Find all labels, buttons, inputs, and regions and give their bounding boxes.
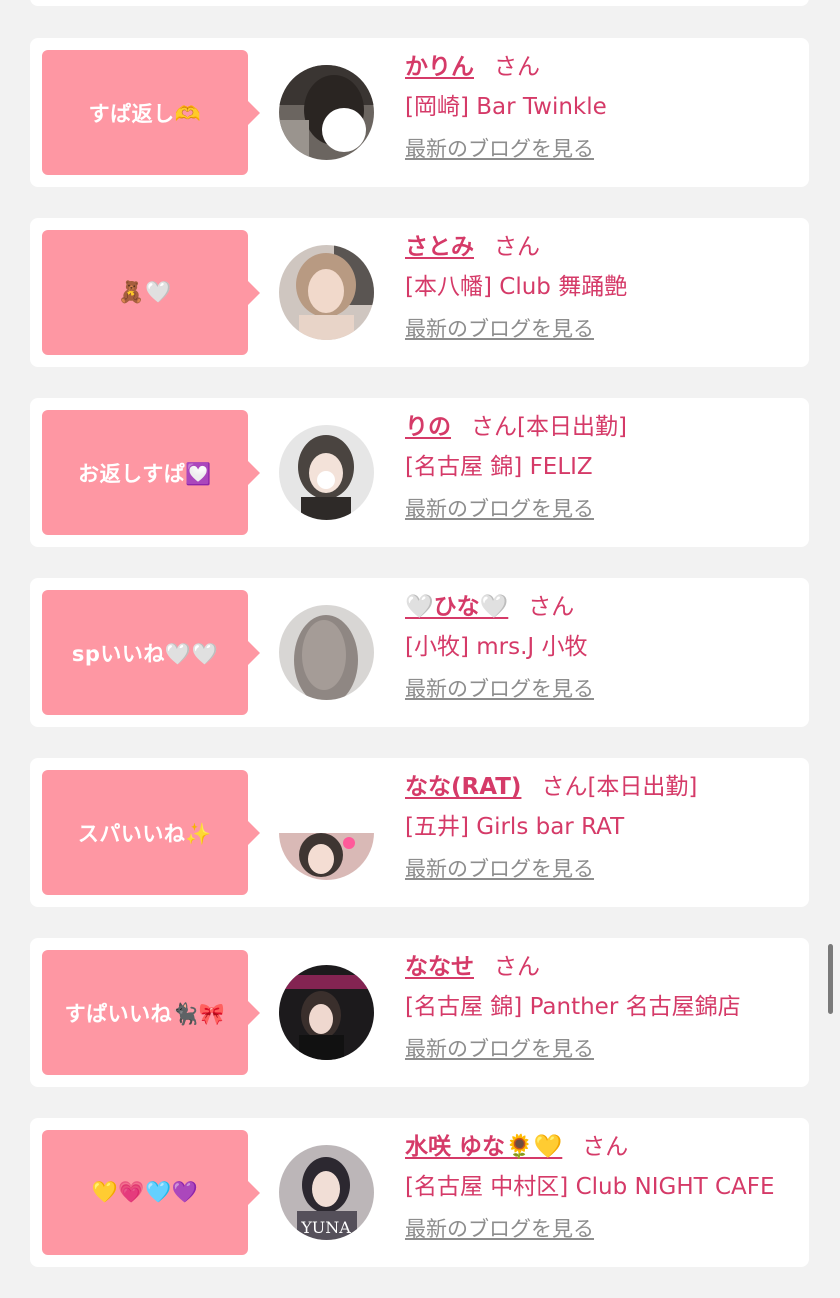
comment-text: スパいいね✨ xyxy=(77,821,213,846)
list-item: スパいいね✨ なな(RAT) さん[本日出勤] [五井] Girls bar RA… xyxy=(30,758,809,907)
latest-blog-link[interactable]: 最新のブログを見る xyxy=(405,134,594,164)
honorific: さん xyxy=(494,954,540,980)
latest-blog-link[interactable]: 最新のブログを見る xyxy=(405,854,594,884)
shop-name: [五井] Girls bar RAT xyxy=(405,814,625,840)
comment-text: 💛💗🩵💜 xyxy=(91,1180,199,1204)
avatar-caption: YUNA xyxy=(300,1218,351,1237)
avatar[interactable]: YUNA xyxy=(279,1145,374,1240)
avatar[interactable] xyxy=(279,425,374,520)
cast-name-link[interactable]: 水咲 ゆな🌻💛 xyxy=(405,1134,562,1160)
shop-name: [名古屋 中村区] Club NIGHT CAFE xyxy=(405,1174,775,1200)
avatar[interactable] xyxy=(279,605,374,700)
honorific: さん xyxy=(541,774,588,800)
shop-name: [本八幡] Club 舞踊艶 xyxy=(405,274,628,300)
list-item: すぱいいね🐈‍⬛🎀 ななせ さん [名古屋 錦] Panther 名古屋錦店 最新… xyxy=(30,938,809,1087)
cast-name-link[interactable]: 🤍ひな🤍 xyxy=(405,594,508,620)
cast-name-link[interactable]: さとみ xyxy=(405,234,474,260)
honorific: さん xyxy=(494,54,540,80)
honorific: さん xyxy=(582,1134,629,1160)
shop-name: [名古屋 錦] Panther 名古屋錦店 xyxy=(405,994,741,1020)
comment-text: spいいね🤍🤍 xyxy=(71,641,219,666)
avatar[interactable] xyxy=(279,965,374,1060)
latest-blog-link[interactable]: 最新のブログを見る xyxy=(405,494,594,524)
comment-bubble: 💛💗🩵💜 xyxy=(42,1130,260,1255)
latest-blog-link[interactable]: 最新のブログを見る xyxy=(405,314,594,344)
cast-name-link[interactable]: かりん xyxy=(405,54,474,80)
honorific: さん xyxy=(471,414,517,440)
latest-blog-link[interactable]: 最新のブログを見る xyxy=(405,1214,594,1244)
latest-blog-link[interactable]: 最新のブログを見る xyxy=(405,1034,594,1064)
shop-name: [名古屋 錦] FELIZ xyxy=(405,454,593,480)
vertical-scrollbar[interactable] xyxy=(828,944,833,1014)
comment-bubble: お返しすぱ💟 xyxy=(42,410,260,535)
list-item: 🧸🤍 さとみ さん [本八幡] Club 舞踊艶 最新のブログを見る xyxy=(30,218,809,367)
list-item: お返しすぱ💟 りの さん[本日出勤] [名古屋 錦] FELIZ 最新のブログを見… xyxy=(30,398,809,547)
status-text: [本日出勤] xyxy=(587,774,698,800)
list-item: すぱ返し🫶 かりん さん [岡崎] Bar Twinkle 最新のブログを見る xyxy=(30,38,809,187)
shop-name: [岡崎] Bar Twinkle xyxy=(405,94,607,120)
avatar[interactable] xyxy=(279,245,374,340)
honorific: さん xyxy=(528,594,575,620)
comment-bubble: 🧸🤍 xyxy=(42,230,260,355)
comment-bubble: すぱ返し🫶 xyxy=(42,50,260,175)
latest-blog-link[interactable]: 最新のブログを見る xyxy=(405,674,594,704)
comment-text: すぱいいね🐈‍⬛🎀 xyxy=(64,1001,226,1026)
comment-bubble: すぱいいね🐈‍⬛🎀 xyxy=(42,950,260,1075)
honorific: さん xyxy=(494,234,540,260)
list-item: 💛💗🩵💜 YUNA 水咲 ゆな🌻💛 さん [名古屋 中村区] Club NIGHT… xyxy=(30,1118,809,1267)
blog-comment-list: すぱ返し🫶 かりん さん [岡崎] Bar Twinkle 最新のブログを見る 🧸… xyxy=(30,38,809,1298)
comment-bubble: スパいいね✨ xyxy=(42,770,260,895)
list-item: spいいね🤍🤍 🤍ひな🤍 さん [小牧] mrs.J 小牧 最新のブログを見る xyxy=(30,578,809,727)
status-text: [本日出勤] xyxy=(517,414,627,440)
cast-name-link[interactable]: りの xyxy=(405,414,451,440)
avatar[interactable] xyxy=(279,785,374,880)
previous-card-edge xyxy=(30,0,809,6)
comment-text: 🧸🤍 xyxy=(118,280,172,304)
avatar[interactable] xyxy=(279,65,374,160)
comment-text: お返しすぱ💟 xyxy=(78,461,212,486)
comment-text: すぱ返し🫶 xyxy=(88,101,202,126)
comment-bubble: spいいね🤍🤍 xyxy=(42,590,260,715)
cast-name-link[interactable]: ななせ xyxy=(405,954,474,980)
shop-name: [小牧] mrs.J 小牧 xyxy=(405,634,588,660)
cast-name-link[interactable]: なな(RAT) xyxy=(405,774,521,800)
